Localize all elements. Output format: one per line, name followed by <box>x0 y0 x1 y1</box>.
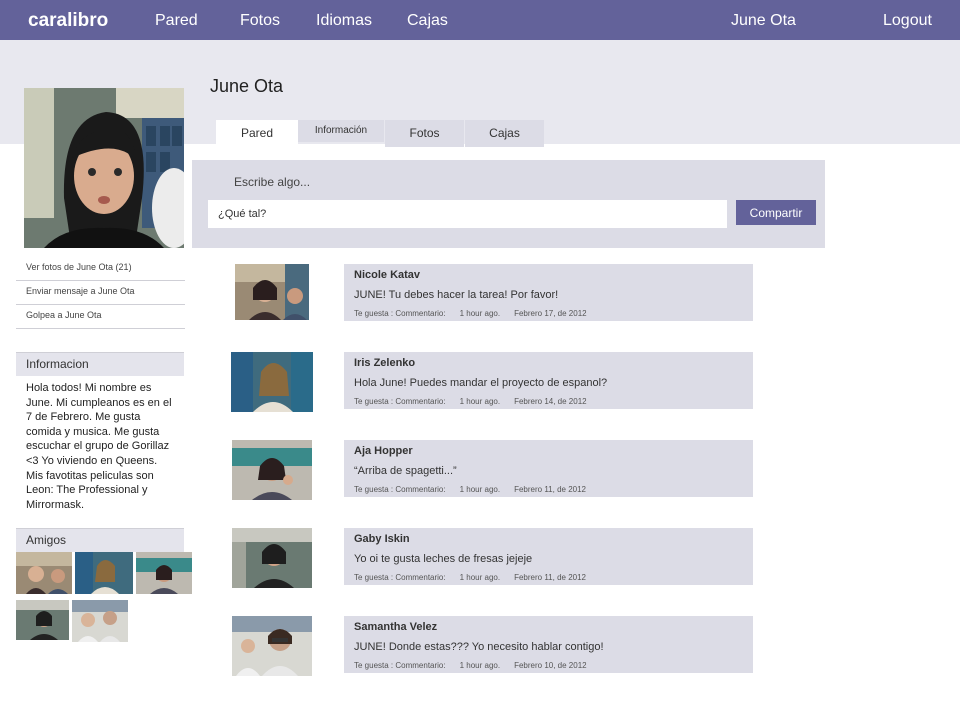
nav-fotos[interactable]: Fotos <box>240 12 280 30</box>
profile-photo[interactable] <box>24 88 184 248</box>
wall-post: Iris Zelenko Hola June! Puedes mandar el… <box>344 352 753 409</box>
post-time: 1 hour ago. <box>459 661 501 670</box>
post-author[interactable]: Nicole Katav <box>354 269 420 281</box>
tab-fotos[interactable]: Fotos <box>385 120 464 147</box>
tab-pared[interactable]: Pared <box>216 120 298 147</box>
post-message: JUNE! Donde estas??? Yo necesito hablar … <box>354 641 604 653</box>
friend-thumb[interactable] <box>16 600 69 640</box>
poke-link[interactable]: Golpea a June Ota <box>16 305 185 329</box>
post-time: 1 hour ago. <box>459 573 501 582</box>
post-author[interactable]: Samantha Velez <box>354 621 437 633</box>
send-message-link[interactable]: Enviar mensaje a June Ota <box>16 281 185 305</box>
post-message: Yo oi te gusta leches de fresas jejeje <box>354 553 533 565</box>
post-author[interactable]: Gaby Iskin <box>354 533 410 545</box>
post-time: 1 hour ago. <box>459 485 501 494</box>
tab-cajas[interactable]: Cajas <box>465 120 544 147</box>
top-nav-bar: caralibro Pared Fotos Idiomas Cajas June… <box>0 0 960 40</box>
post-date: Febrero 11, de 2012 <box>514 485 586 494</box>
wall-post: Samantha Velez JUNE! Donde estas??? Yo n… <box>344 616 753 673</box>
friend-thumb[interactable] <box>16 552 72 594</box>
post-like-comment[interactable]: Te guesta : Commentario: <box>354 397 446 406</box>
info-section-header: Informacion <box>16 352 184 376</box>
friends-section-header: Amigos <box>16 528 184 552</box>
friend-thumb[interactable] <box>136 552 192 594</box>
composer-prompt: Escribe algo... <box>234 175 311 189</box>
post-like-comment[interactable]: Te guesta : Commentario: <box>354 485 446 494</box>
post-message: “Arriba de spagetti...” <box>354 465 457 477</box>
view-photos-link[interactable]: Ver fotos de June Ota (21) <box>16 257 185 281</box>
brand-logo[interactable]: caralibro <box>28 10 108 32</box>
post-like-comment[interactable]: Te guesta : Commentario: <box>354 573 446 582</box>
nav-pared[interactable]: Pared <box>155 12 198 30</box>
post-meta: Te guesta : Commentario: 1 hour ago. Febre… <box>354 661 601 670</box>
logout-link[interactable]: Logout <box>883 12 932 30</box>
wall-post: Gaby Iskin Yo oi te gusta leches de fres… <box>344 528 753 585</box>
nav-user-name[interactable]: June Ota <box>731 12 796 30</box>
post-message: JUNE! Tu debes hacer la tarea! Por favor… <box>354 289 559 301</box>
post-author-photo[interactable] <box>232 440 312 500</box>
post-date: Febrero 11, de 2012 <box>514 573 586 582</box>
post-meta: Te guesta : Commentario: 1 hour ago. Febre… <box>354 309 601 318</box>
post-time: 1 hour ago. <box>459 397 501 406</box>
friend-thumb[interactable] <box>72 600 128 642</box>
post-time: 1 hour ago. <box>459 309 501 318</box>
post-like-comment[interactable]: Te guesta : Commentario: <box>354 309 446 318</box>
post-like-comment[interactable]: Te guesta : Commentario: <box>354 661 446 670</box>
post-author[interactable]: Aja Hopper <box>354 445 413 457</box>
profile-actions: Ver fotos de June Ota (21) Enviar mensaj… <box>16 257 185 329</box>
wall-post: Aja Hopper “Arriba de spagetti...” Te gu… <box>344 440 753 497</box>
nav-cajas[interactable]: Cajas <box>407 12 448 30</box>
post-message: Hola June! Puedes mandar el proyecto de … <box>354 377 608 389</box>
info-bio-text: Hola todos! Mi nombre es June. Mi cumple… <box>26 382 172 511</box>
share-button[interactable]: Compartir <box>736 200 816 225</box>
post-date: Febrero 10, de 2012 <box>514 661 587 670</box>
profile-name: June Ota <box>210 76 284 96</box>
post-meta: Te guesta : Commentario: 1 hour ago. Febre… <box>354 397 601 406</box>
post-date: Febrero 17, de 2012 <box>514 309 587 318</box>
post-meta: Te guesta : Commentario: 1 hour ago. Febre… <box>354 573 600 582</box>
post-author-photo[interactable] <box>235 264 309 320</box>
post-date: Febrero 14, de 2012 <box>514 397 587 406</box>
status-input[interactable] <box>208 200 727 228</box>
post-meta: Te guesta : Commentario: 1 hour ago. Febre… <box>354 485 600 494</box>
post-author-photo[interactable] <box>232 528 312 588</box>
nav-idiomas[interactable]: Idiomas <box>316 12 372 30</box>
post-author-photo[interactable] <box>231 352 313 412</box>
wall-post: Nicole Katav JUNE! Tu debes hacer la tar… <box>344 264 753 321</box>
friend-thumb[interactable] <box>75 552 133 594</box>
tab-informacion[interactable]: Información <box>298 120 384 142</box>
post-author-photo[interactable] <box>232 616 312 676</box>
post-author[interactable]: Iris Zelenko <box>354 357 415 369</box>
